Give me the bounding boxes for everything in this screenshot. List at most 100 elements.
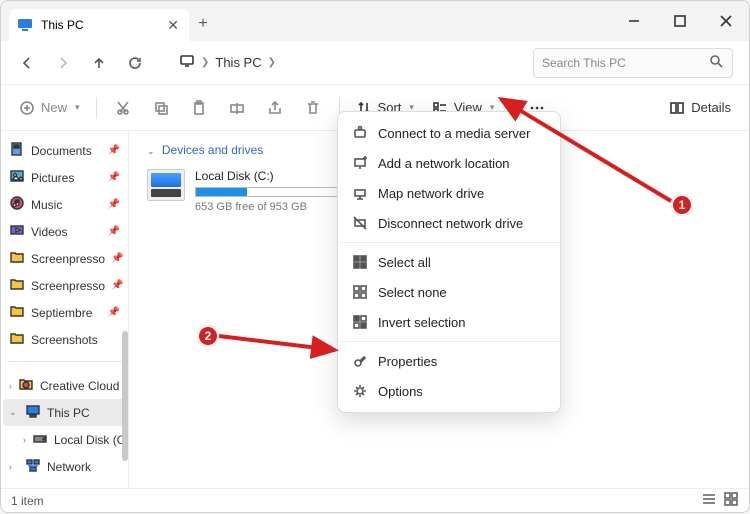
paste-button[interactable] xyxy=(181,92,217,124)
menu-item-disconnect[interactable]: Disconnect network drive xyxy=(338,208,560,238)
mapnet-icon xyxy=(352,185,368,201)
up-button[interactable] xyxy=(83,47,115,79)
more-menu: Connect to a media server Add a network l… xyxy=(337,111,561,413)
scrollbar-thumb[interactable] xyxy=(122,331,128,461)
usage-bar xyxy=(195,187,355,197)
sidebar-item-label: Videos xyxy=(31,225,67,239)
menu-item-media[interactable]: Connect to a media server xyxy=(338,118,560,148)
close-window-button[interactable] xyxy=(703,1,749,41)
pictures-icon xyxy=(9,168,25,187)
menu-item-selectall[interactable]: Select all xyxy=(338,247,560,277)
details-label: Details xyxy=(691,100,731,115)
menu-item-addnet[interactable]: Add a network location xyxy=(338,148,560,178)
folder-icon xyxy=(9,276,25,295)
pin-icon: 📌 xyxy=(111,280,123,291)
chevron-down-icon: ⌄ xyxy=(147,146,155,156)
chevron-down-icon: ▾ xyxy=(75,102,80,113)
tree-item[interactable]: › Network xyxy=(3,453,126,480)
pin-icon: 📌 xyxy=(108,199,120,210)
tree-item[interactable]: ›Local Disk (C:) xyxy=(3,426,126,453)
sidebar-item[interactable]: Music 📌 xyxy=(3,191,126,218)
cut-button[interactable] xyxy=(105,92,141,124)
drive-free-text: 653 GB free of 953 GB xyxy=(195,201,355,213)
rename-button[interactable] xyxy=(219,92,255,124)
chevron-icon[interactable]: ⌄ xyxy=(9,407,19,418)
sidebar-item[interactable]: Screenshots xyxy=(3,326,126,353)
annotation-badge-1: 1 xyxy=(671,194,693,216)
disconnect-icon xyxy=(352,215,368,231)
drive-icon xyxy=(147,169,185,201)
chevron-icon[interactable]: › xyxy=(23,435,26,445)
sidebar-item[interactable]: Screenpresso📌 xyxy=(3,245,126,272)
tab-thispc[interactable]: This PC ✕ xyxy=(9,9,189,41)
sidebar-item[interactable]: Documents 📌 xyxy=(3,137,126,164)
search-input[interactable]: Search This PC xyxy=(533,48,733,78)
folder-icon xyxy=(9,249,25,268)
sidebar-item-label: Screenshots xyxy=(31,333,98,347)
drive-name: Local Disk (C:) xyxy=(195,169,355,183)
new-tab-button[interactable]: + xyxy=(189,15,217,33)
share-button[interactable] xyxy=(257,92,293,124)
menu-item-label: Options xyxy=(378,384,423,399)
tree-item[interactable]: ⌄ This PC xyxy=(3,399,126,426)
maximize-button[interactable] xyxy=(657,1,703,41)
thispc-icon xyxy=(25,403,41,422)
menu-item-selectnone[interactable]: Select none xyxy=(338,277,560,307)
sidebar-item-label: Music xyxy=(31,198,62,212)
sidebar-item[interactable]: Screenpresso📌 xyxy=(3,272,126,299)
chevron-right-icon: ❯ xyxy=(201,57,209,68)
sidebar: Documents📌Pictures📌Music📌Videos📌Screenpr… xyxy=(1,131,129,488)
sidebar-item[interactable]: Videos 📌 xyxy=(3,218,126,245)
section-title: Devices and drives xyxy=(162,143,263,157)
status-text: 1 item xyxy=(11,494,44,508)
videos-icon xyxy=(9,222,25,241)
folder-icon xyxy=(9,303,25,322)
sidebar-item-label: Screenpresso xyxy=(31,252,105,266)
media-icon xyxy=(352,125,368,141)
grid-view-icon[interactable] xyxy=(723,491,739,510)
chevron-icon[interactable]: › xyxy=(9,462,19,472)
music-icon xyxy=(9,195,25,214)
list-view-icon[interactable] xyxy=(701,491,717,510)
minimize-button[interactable] xyxy=(611,1,657,41)
new-button[interactable]: New ▾ xyxy=(11,92,88,124)
pin-icon: 📌 xyxy=(108,226,120,237)
menu-item-label: Connect to a media server xyxy=(378,126,530,141)
close-tab-icon[interactable]: ✕ xyxy=(167,17,179,34)
refresh-button[interactable] xyxy=(119,47,151,79)
back-button[interactable] xyxy=(11,47,43,79)
details-button[interactable]: Details xyxy=(661,92,739,124)
sidebar-item[interactable]: Pictures 📌 xyxy=(3,164,126,191)
delete-button[interactable] xyxy=(295,92,331,124)
addnet-icon xyxy=(352,155,368,171)
menu-item-label: Select none xyxy=(378,285,447,300)
sidebar-item-label: Documents xyxy=(31,144,92,158)
search-icon xyxy=(708,53,724,72)
breadcrumb-item[interactable]: This PC xyxy=(215,55,261,70)
pin-icon: 📌 xyxy=(108,145,120,156)
menu-item-options[interactable]: Options xyxy=(338,376,560,406)
menu-item-label: Properties xyxy=(378,354,437,369)
pin-icon: 📌 xyxy=(108,172,120,183)
menu-item-invert[interactable]: Invert selection xyxy=(338,307,560,337)
separator xyxy=(338,242,560,243)
menu-item-props[interactable]: Properties xyxy=(338,346,560,376)
tab-title: This PC xyxy=(41,18,84,32)
menu-item-label: Disconnect network drive xyxy=(378,216,523,231)
sidebar-item[interactable]: Septiembre📌 xyxy=(3,299,126,326)
network-icon xyxy=(25,457,41,476)
menu-item-mapnet[interactable]: Map network drive xyxy=(338,178,560,208)
separator xyxy=(96,97,97,119)
copy-button[interactable] xyxy=(143,92,179,124)
tree-item-label: Network xyxy=(47,460,91,474)
forward-button[interactable] xyxy=(47,47,79,79)
sidebar-item-label: Pictures xyxy=(31,171,74,185)
tree-item-label: This PC xyxy=(47,406,90,420)
chevron-icon[interactable]: › xyxy=(9,381,12,391)
breadcrumb[interactable]: ❯ This PC ❯ xyxy=(171,53,284,72)
separator xyxy=(338,341,560,342)
tree-item[interactable]: ›Creative Cloud F xyxy=(3,372,126,399)
status-bar: 1 item xyxy=(1,488,749,512)
documents-icon xyxy=(9,141,25,160)
options-icon xyxy=(352,383,368,399)
